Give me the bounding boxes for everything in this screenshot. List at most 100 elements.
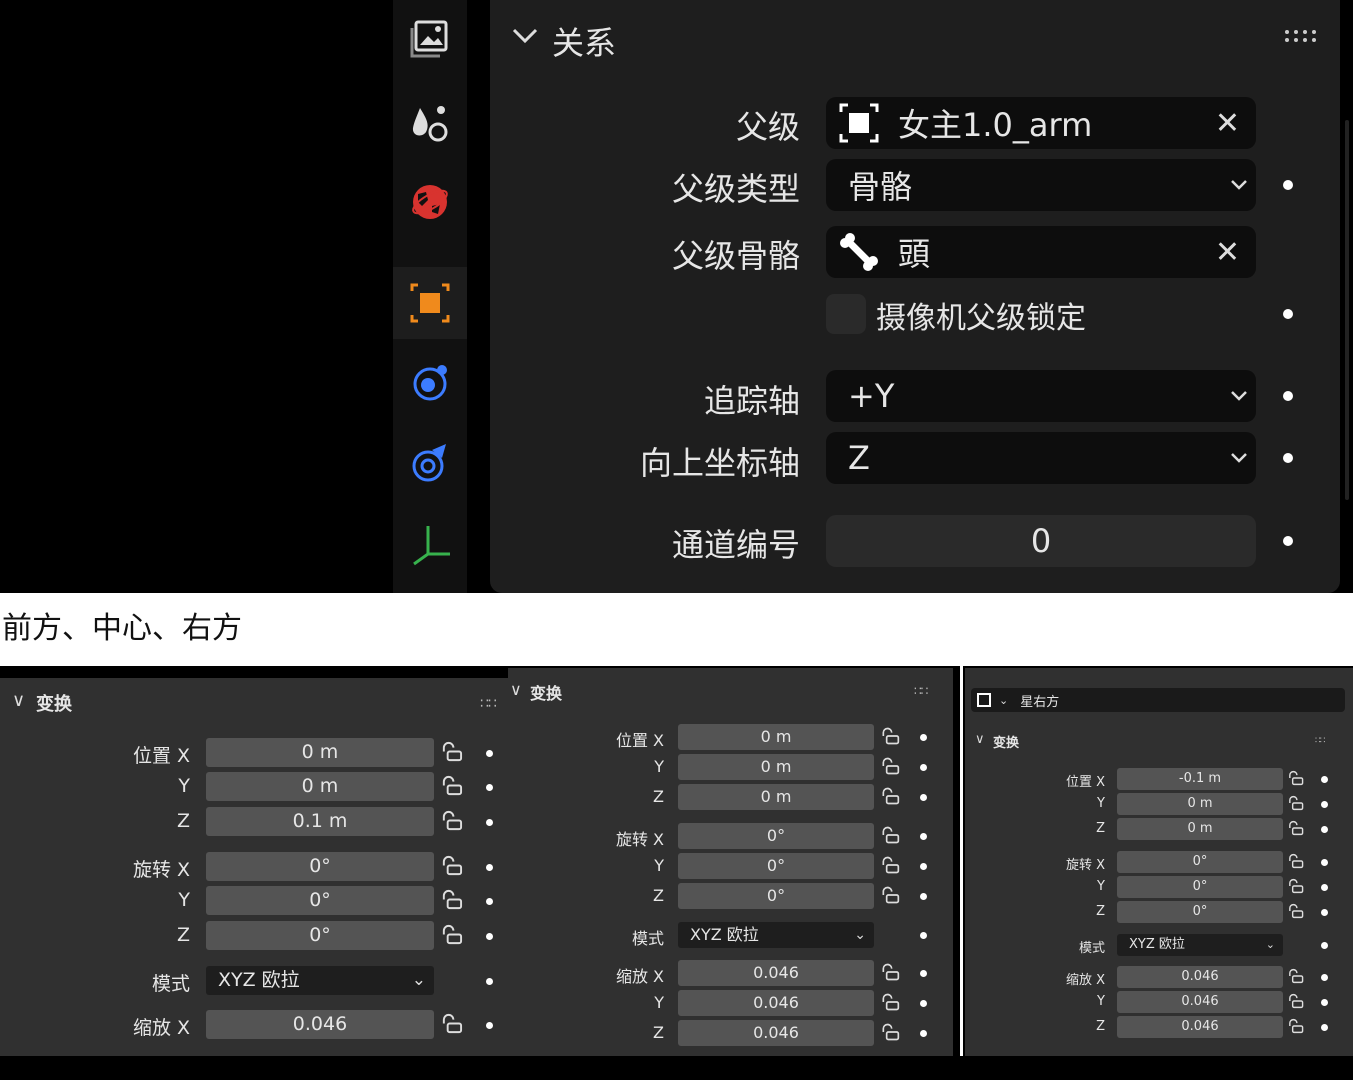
value-field[interactable]: 0.1 m [206, 807, 434, 836]
value-field[interactable]: 0.046 [206, 1010, 434, 1039]
decorator-dot[interactable] [920, 1000, 927, 1007]
lock-icon[interactable] [880, 962, 900, 982]
lock-icon[interactable] [1287, 903, 1304, 919]
lock-icon[interactable] [880, 1022, 900, 1042]
decorator-dot[interactable] [1321, 884, 1328, 891]
tab-modifiers[interactable] [393, 426, 467, 498]
lock-icon[interactable] [440, 854, 463, 877]
lock-icon[interactable] [880, 855, 900, 875]
decorator-dot[interactable] [920, 863, 927, 870]
decorator-dot[interactable] [920, 932, 927, 939]
chevron-down-icon[interactable]: ∨ [510, 680, 522, 699]
lock-icon[interactable] [880, 885, 900, 905]
decorator-dot[interactable] [920, 893, 927, 900]
chevron-down-icon[interactable]: ∨ [12, 690, 25, 711]
lock-icon[interactable] [1287, 993, 1304, 1009]
value-field[interactable]: 0.046 [1117, 991, 1283, 1013]
decorator-dot[interactable] [1283, 453, 1293, 463]
lock-icon[interactable] [440, 888, 463, 911]
decorator-dot[interactable] [486, 977, 493, 985]
lock-icon[interactable] [440, 1012, 463, 1035]
rotation-mode-select[interactable]: XYZ 欧拉 ⌄ [206, 966, 434, 995]
decorator-dot[interactable] [486, 818, 493, 826]
decorator-dot[interactable] [1321, 974, 1328, 981]
tab-physics[interactable] [393, 86, 467, 158]
value-field[interactable]: 0 m [206, 738, 434, 767]
decorator-dot[interactable] [1283, 536, 1293, 546]
pass-index-field[interactable]: 0 [826, 515, 1256, 567]
value-field[interactable]: 0° [678, 853, 874, 879]
decorator-dot[interactable] [920, 1030, 927, 1037]
chevron-down-icon[interactable] [512, 26, 538, 46]
value-field[interactable]: -0.1 m [1117, 768, 1283, 790]
lock-icon[interactable] [1287, 820, 1304, 836]
section-title[interactable]: 关系 [552, 18, 616, 64]
lock-icon[interactable] [440, 809, 463, 832]
lock-icon[interactable] [1287, 795, 1304, 811]
decorator-dot[interactable] [486, 897, 493, 905]
lock-icon[interactable] [1287, 1018, 1304, 1034]
lock-icon[interactable] [440, 774, 463, 797]
decorator-dot[interactable] [920, 794, 927, 801]
drag-handle-icon[interactable]: ∷∷ [914, 684, 928, 698]
decorator-dot[interactable] [1321, 1024, 1328, 1031]
rotation-mode-select[interactable]: XYZ 欧拉 ⌄ [1117, 934, 1283, 956]
value-field[interactable]: 0.046 [678, 1020, 874, 1046]
parent-type-select[interactable]: 骨骼 [826, 159, 1256, 211]
decorator-dot[interactable] [486, 932, 493, 940]
rotation-mode-select[interactable]: XYZ 欧拉 ⌄ [678, 922, 874, 948]
parent-bone-field[interactable]: 頭 ✕ [826, 226, 1256, 278]
decorator-dot[interactable] [1321, 859, 1328, 866]
panel-title[interactable]: 变换 [530, 680, 562, 704]
drag-handle-icon[interactable]: ∷∷ [1315, 736, 1326, 746]
track-axis-select[interactable]: +Y [826, 370, 1256, 422]
drag-handle-icon[interactable]: ∷∷ [480, 696, 497, 712]
decorator-dot[interactable] [486, 783, 493, 791]
decorator-dot[interactable] [1321, 801, 1328, 808]
decorator-dot[interactable] [1321, 909, 1328, 916]
value-field[interactable]: 0.046 [1117, 966, 1283, 988]
lock-icon[interactable] [880, 786, 900, 806]
value-field[interactable]: 0 m [1117, 793, 1283, 815]
decorator-dot[interactable] [486, 749, 493, 757]
value-field[interactable]: 0.046 [678, 960, 874, 986]
lock-icon[interactable] [880, 992, 900, 1012]
lock-icon[interactable] [1287, 770, 1304, 786]
drag-handle-icon[interactable] [1283, 28, 1319, 44]
decorator-dot[interactable] [920, 833, 927, 840]
decorator-dot[interactable] [1283, 180, 1293, 190]
up-axis-select[interactable]: Z [826, 432, 1256, 484]
lock-icon[interactable] [1287, 878, 1304, 894]
panel-title[interactable]: 变换 [993, 732, 1019, 751]
value-field[interactable]: 0° [1117, 901, 1283, 923]
value-field[interactable]: 0 m [678, 724, 874, 750]
decorator-dot[interactable] [1321, 826, 1328, 833]
value-field[interactable]: 0° [206, 852, 434, 881]
camera-lock-checkbox[interactable] [826, 294, 866, 334]
decorator-dot[interactable] [920, 764, 927, 771]
value-field[interactable]: 0 m [678, 784, 874, 810]
value-field[interactable]: 0° [206, 921, 434, 950]
tab-object[interactable] [393, 267, 467, 339]
value-field[interactable]: 0.046 [1117, 1016, 1283, 1038]
lock-icon[interactable] [880, 726, 900, 746]
decorator-dot[interactable] [920, 734, 927, 741]
lock-icon[interactable] [1287, 968, 1304, 984]
decorator-dot[interactable] [486, 863, 493, 871]
value-field[interactable]: 0 m [678, 754, 874, 780]
value-field[interactable]: 0° [206, 886, 434, 915]
lock-icon[interactable] [1287, 853, 1304, 869]
object-name-field[interactable]: ⌄ 星右方 [971, 688, 1345, 712]
decorator-dot[interactable] [1321, 776, 1328, 783]
decorator-dot[interactable] [1283, 391, 1293, 401]
lock-icon[interactable] [880, 825, 900, 845]
value-field[interactable]: 0 m [1117, 818, 1283, 840]
value-field[interactable]: 0 m [206, 772, 434, 801]
decorator-dot[interactable] [486, 1021, 493, 1029]
lock-icon[interactable] [440, 740, 463, 763]
chevron-down-icon[interactable]: ∨ [975, 732, 985, 747]
tab-world[interactable] [393, 166, 467, 238]
tab-physics-constraints[interactable] [393, 346, 467, 418]
value-field[interactable]: 0° [1117, 876, 1283, 898]
decorator-dot[interactable] [1321, 942, 1328, 949]
